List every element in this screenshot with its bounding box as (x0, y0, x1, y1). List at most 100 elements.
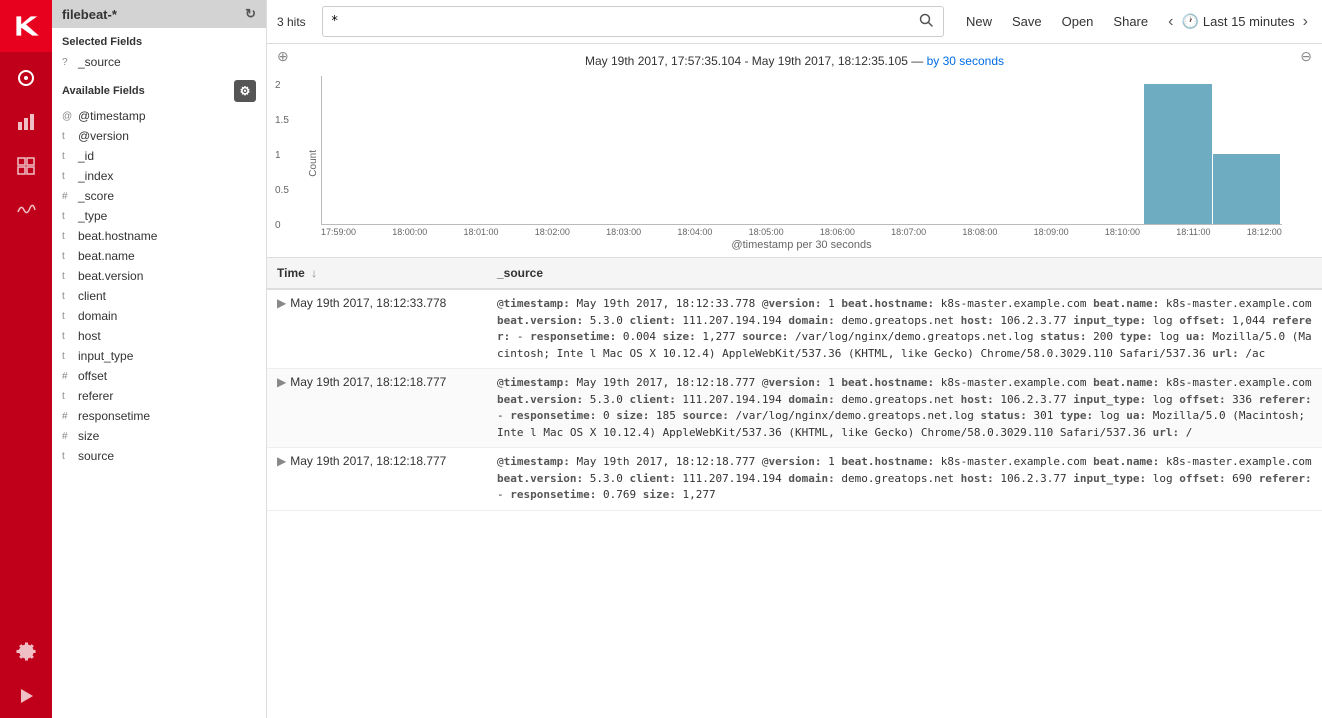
field-domain[interactable]: t domain (52, 306, 266, 326)
expand-arrow-0[interactable]: ▶ (277, 296, 286, 310)
field-input-type[interactable]: t input_type (52, 346, 266, 366)
available-fields-gear-button[interactable]: ⚙ (234, 80, 256, 102)
field-source[interactable]: t source (52, 446, 266, 466)
selected-field-source[interactable]: ? _source (52, 52, 266, 72)
sidebar-item-dashboard[interactable] (0, 144, 52, 188)
x-label: 18:05:00 (749, 227, 784, 237)
field-beat-hostname[interactable]: t beat.hostname (52, 226, 266, 246)
sidebar-item-discover[interactable] (0, 56, 52, 100)
x-label: 18:00:00 (392, 227, 427, 237)
sidebar-item-timelion[interactable] (0, 188, 52, 232)
search-bar (322, 6, 944, 37)
expand-arrow-2[interactable]: ▶ (277, 454, 286, 468)
sidebar-item-settings[interactable] (0, 630, 52, 674)
chart-date-range: May 19th 2017, 17:57:35.104 - May 19th 2… (267, 50, 1322, 76)
new-button[interactable]: New (960, 11, 998, 32)
y-label-1: 1 (275, 150, 301, 161)
field-name-source: _source (78, 55, 121, 69)
save-button[interactable]: Save (1006, 11, 1048, 32)
field-offset[interactable]: # offset (52, 366, 266, 386)
field-score[interactable]: # _score (52, 186, 266, 206)
x-axis-title: @timestamp per 30 seconds (731, 239, 871, 251)
chart-area: ⊕ May 19th 2017, 17:57:35.104 - May 19th… (267, 44, 1322, 258)
index-header: filebeat-* ↻ (52, 0, 266, 28)
field-size[interactable]: # size (52, 426, 266, 446)
hits-count: 3 hits (277, 15, 306, 29)
x-label: 18:10:00 (1105, 227, 1140, 237)
field-panel: filebeat-* ↻ Selected Fields ? _source A… (52, 0, 267, 718)
app-logo[interactable] (0, 0, 52, 52)
table-row: ▶May 19th 2017, 18:12:33.778@timestamp: … (267, 289, 1322, 369)
share-button[interactable]: Share (1107, 11, 1154, 32)
field-id[interactable]: t _id (52, 146, 266, 166)
chart-expand-button[interactable]: ⊕ (277, 48, 289, 65)
clock-icon: 🕐 (1181, 13, 1198, 30)
x-label: 17:59:00 (321, 227, 356, 237)
available-fields-header: Available Fields ⚙ (52, 72, 266, 106)
field-index[interactable]: t _index (52, 166, 266, 186)
sidebar-item-visualize[interactable] (0, 100, 52, 144)
sidebar-item-play[interactable] (0, 674, 52, 718)
chart-interval-link[interactable]: by 30 seconds (927, 54, 1004, 68)
time-range-label: Last 15 minutes (1203, 14, 1295, 29)
next-time-button[interactable]: › (1299, 11, 1312, 33)
time-range[interactable]: 🕐 Last 15 minutes (1181, 13, 1294, 30)
x-label: 18:01:00 (464, 227, 499, 237)
refresh-index-button[interactable]: ↻ (245, 6, 256, 22)
time-value-2: May 19th 2017, 18:12:18.777 (290, 454, 446, 468)
table-row: ▶May 19th 2017, 18:12:18.777@timestamp: … (267, 369, 1322, 448)
x-label: 18:11:00 (1176, 227, 1210, 237)
field-beat-name[interactable]: t beat.name (52, 246, 266, 266)
chart-date-range-text: May 19th 2017, 17:57:35.104 - May 19th 2… (585, 54, 908, 68)
col-time-header[interactable]: Time ↓ (267, 258, 487, 289)
expand-arrow-1[interactable]: ▶ (277, 375, 286, 389)
field-client[interactable]: t client (52, 286, 266, 306)
table-row: ▶ May 19th 2017, 18:12:18.777 @timestamp: … (267, 448, 1322, 511)
chart-collapse-button[interactable]: ⊖ (1300, 48, 1312, 65)
time-cell-1[interactable]: ▶ May 19th 2017, 18:12:18.777 (267, 369, 487, 448)
open-button[interactable]: Open (1056, 11, 1100, 32)
available-fields-title: Available Fields (62, 85, 145, 97)
field-referer[interactable]: t referer (52, 386, 266, 406)
y-axis-title: Count (308, 150, 319, 177)
results-table: Time ↓ _source ▶May 19th 2017, 18:12:33.… (267, 258, 1322, 511)
col-source-header: _source (487, 258, 1322, 289)
x-label: 18:04:00 (677, 227, 712, 237)
source-cell-0: @timestamp: May 19th 2017, 18:12:33.778 … (487, 289, 1322, 369)
search-input[interactable] (331, 14, 917, 29)
selected-fields-title: Selected Fields (52, 28, 266, 52)
x-label: 18:07:00 (891, 227, 926, 237)
field-type[interactable]: t _type (52, 206, 266, 226)
x-axis-labels: 17:59:0018:00:0018:01:0018:02:0018:03:00… (321, 225, 1282, 237)
x-label: 18:12:00 (1247, 227, 1282, 237)
time-cell-2[interactable]: ▶ May 19th 2017, 18:12:18.777 (267, 448, 487, 511)
index-name: filebeat-* (62, 7, 117, 22)
source-cell-2: @timestamp: May 19th 2017, 18:12:18.777 … (487, 448, 1322, 511)
chart-bars (321, 76, 1282, 225)
field-timestamp[interactable]: @ @timestamp (52, 106, 266, 126)
y-label-0-5: 0.5 (275, 185, 301, 196)
x-label: 18:06:00 (820, 227, 855, 237)
field-version[interactable]: t @version (52, 126, 266, 146)
field-type-source: ? (62, 57, 72, 68)
chart-bar-13 (1213, 154, 1280, 224)
toolbar-actions: New Save Open Share (960, 11, 1154, 32)
toolbar-nav: ‹ 🕐 Last 15 minutes › (1164, 11, 1312, 33)
field-host[interactable]: t host (52, 326, 266, 346)
sidebar-nav (0, 0, 52, 718)
main-content: 3 hits New Save Open Share ‹ 🕐 Last 15 m… (267, 0, 1322, 718)
toolbar: 3 hits New Save Open Share ‹ 🕐 Last 15 m… (267, 0, 1322, 44)
field-responsetime[interactable]: # responsetime (52, 406, 266, 426)
prev-time-button[interactable]: ‹ (1164, 11, 1177, 33)
search-button[interactable] (917, 11, 935, 32)
time-value-1: May 19th 2017, 18:12:18.777 (290, 375, 446, 389)
x-label: 18:02:00 (535, 227, 570, 237)
y-label-2: 2 (275, 80, 301, 91)
field-beat-version[interactable]: t beat.version (52, 266, 266, 286)
x-label: 18:08:00 (962, 227, 997, 237)
y-label-0: 0 (275, 220, 301, 231)
chart-bar-12 (1144, 84, 1211, 224)
time-cell-0[interactable]: ▶May 19th 2017, 18:12:33.778 (267, 289, 487, 369)
y-label-1-5: 1.5 (275, 115, 301, 126)
results-body: ▶May 19th 2017, 18:12:33.778@timestamp: … (267, 289, 1322, 510)
